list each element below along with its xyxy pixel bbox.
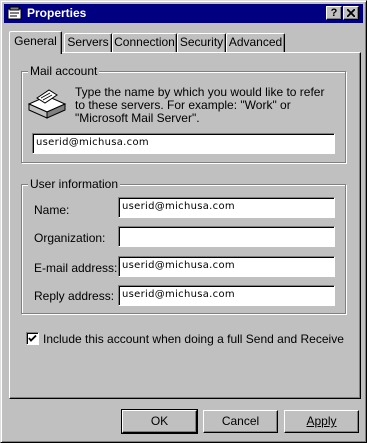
include-account-checkbox[interactable] bbox=[26, 332, 39, 345]
cancel-button[interactable]: Cancel bbox=[203, 410, 278, 433]
organization-label: Organization: bbox=[34, 231, 106, 245]
user-information-group: User information Name: userid@michusa.co… bbox=[21, 177, 346, 314]
account-name-input[interactable]: userid@michusa.com bbox=[32, 133, 335, 154]
mail-account-description: Type the name by which you would like to… bbox=[75, 85, 325, 125]
mail-account-icon bbox=[27, 89, 67, 119]
tab-general[interactable]: General bbox=[9, 31, 62, 54]
user-information-group-label: User information bbox=[28, 177, 121, 191]
tab-general-label: General bbox=[14, 34, 57, 48]
ok-button[interactable]: OK bbox=[121, 409, 198, 434]
organization-input[interactable] bbox=[118, 226, 335, 247]
mail-account-group: Mail account Type the name by which you … bbox=[21, 64, 346, 163]
tab-servers-label: Servers bbox=[67, 35, 109, 49]
close-icon bbox=[346, 8, 356, 18]
email-address-input[interactable]: userid@michusa.com bbox=[118, 256, 335, 277]
close-button[interactable] bbox=[343, 6, 359, 20]
properties-window: Properties ? General Servers Connection … bbox=[0, 0, 367, 443]
reply-address-label: Reply address: bbox=[34, 289, 115, 303]
apply-button[interactable]: Apply bbox=[284, 410, 359, 433]
tab-servers[interactable]: Servers bbox=[64, 33, 112, 52]
window-title: Properties bbox=[27, 6, 87, 20]
tab-security-label: Security bbox=[179, 35, 224, 49]
properties-icon bbox=[7, 6, 22, 20]
reply-address-input[interactable]: userid@michusa.com bbox=[118, 285, 335, 306]
mail-account-group-label: Mail account bbox=[28, 64, 100, 78]
email-address-label: E-mail address: bbox=[34, 261, 118, 275]
tab-strip: General Servers Connection Security Adva… bbox=[9, 31, 359, 54]
name-label: Name: bbox=[34, 203, 70, 217]
apply-button-label: Apply bbox=[306, 414, 337, 428]
tab-advanced[interactable]: Advanced bbox=[226, 33, 285, 52]
help-button[interactable]: ? bbox=[326, 6, 342, 20]
name-input[interactable]: userid@michusa.com bbox=[118, 197, 335, 218]
title-bar[interactable]: Properties ? bbox=[4, 4, 363, 23]
include-account-label[interactable]: Include this account when doing a full S… bbox=[43, 332, 344, 346]
tab-advanced-label: Advanced bbox=[228, 35, 283, 49]
general-tab-panel: Mail account Type the name by which you … bbox=[9, 52, 361, 399]
tab-security[interactable]: Security bbox=[177, 33, 226, 52]
checkmark-icon bbox=[28, 334, 37, 342]
tab-connection[interactable]: Connection bbox=[112, 33, 177, 52]
tab-connection-label: Connection bbox=[114, 35, 175, 49]
